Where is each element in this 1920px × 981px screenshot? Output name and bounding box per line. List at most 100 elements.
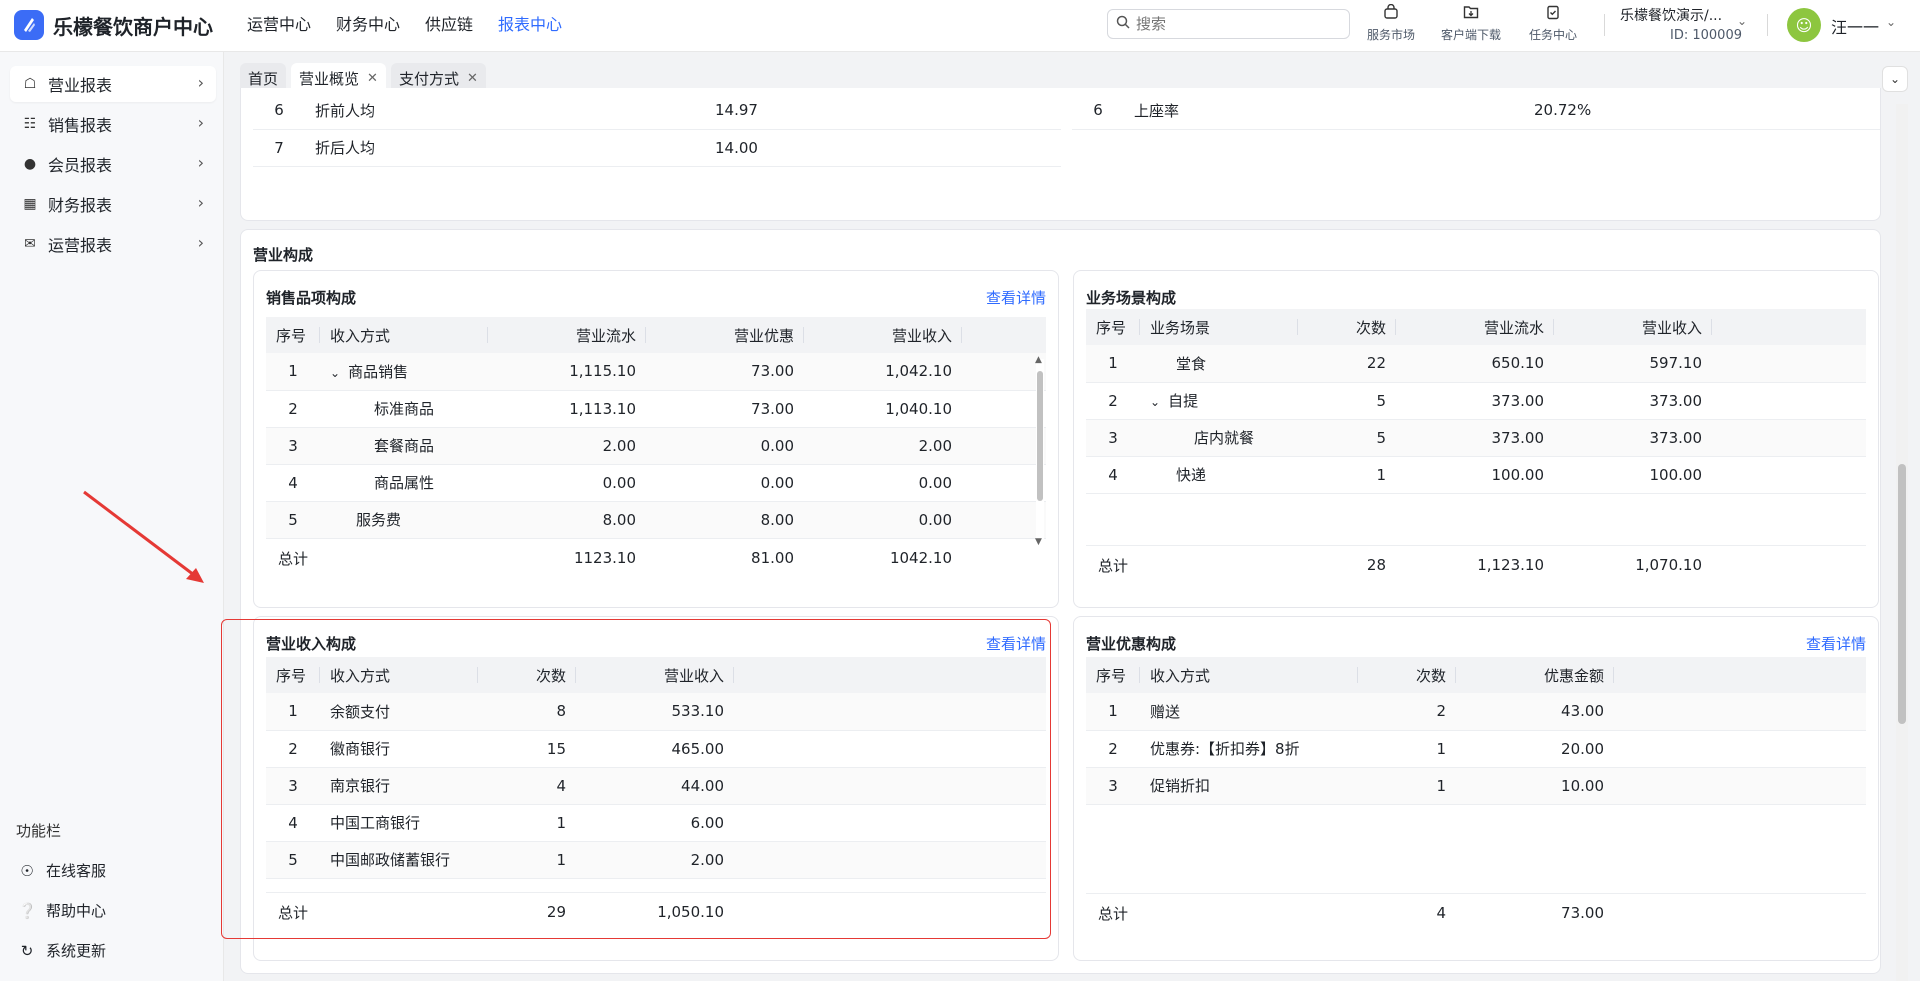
nav-item-operations[interactable]: 运营中心 (247, 0, 311, 52)
store-id: ID: 100009 (1670, 28, 1742, 43)
tabs-dropdown-button[interactable]: ⌄ (1882, 66, 1908, 92)
table-row: 6 折前人均 14.97 (253, 92, 1061, 130)
search-icon (1116, 15, 1130, 33)
user-name[interactable]: 汪一一 (1831, 14, 1879, 38)
bank-icon: ☷ (23, 116, 37, 132)
search-input[interactable] (1136, 15, 1336, 33)
view-details-link[interactable]: 查看详情 (1806, 633, 1866, 654)
sales-items-panel: 销售品项构成 查看详情 序号 收入方式 营业流水 营业优惠 营业收入 1 ⌄ 商品… (253, 270, 1059, 608)
shop-bag-icon (1351, 3, 1431, 26)
table-row: 3 店内就餐 5 373.00 373.00 (1086, 419, 1866, 457)
nav-item-finance[interactable]: 财务中心 (336, 0, 400, 52)
help-icon: ❔ (18, 901, 37, 920)
chevron-right-icon: › (197, 113, 204, 132)
brand-name: 乐檬餐饮商户中心 (53, 15, 213, 39)
business-scene-table: 序号 业务场景 次数 营业流水 营业收入 1 堂食 22 650.10 597.… (1086, 309, 1866, 585)
panel-title: 业务场景构成 (1086, 289, 1177, 307)
table-row: 1 余额支付 8 533.10 (266, 693, 1046, 731)
table-row: 7 折后人均 14.00 (253, 129, 1061, 167)
avatar[interactable]: ☺ (1787, 8, 1821, 42)
chevron-down-icon[interactable]: ⌄ (330, 366, 340, 380)
store-icon: ☖ (23, 76, 37, 92)
sidebar-item-operation-report[interactable]: ✉ 运营报表 › (10, 226, 216, 262)
online-support-item[interactable]: ☉ 在线客服 (18, 860, 106, 881)
table-row: 5 中国邮政储蓄银行 1 2.00 (266, 841, 1046, 879)
income-composition-table: 序号 收入方式 次数 营业收入 1 余额支付 8 533.10 2 徽商银行 1… (266, 657, 1046, 932)
composition-card: 营业构成 销售品项构成 查看详情 序号 收入方式 营业流水 营业优惠 营业收入 … (240, 229, 1881, 974)
view-details-link[interactable]: 查看详情 (986, 287, 1046, 308)
service-market-button[interactable]: 服务市场 (1351, 3, 1431, 43)
table-row: 3 南京银行 4 44.00 (266, 767, 1046, 805)
page-scrollbar[interactable] (1896, 104, 1908, 981)
table-scrollbar[interactable]: ▲ ▼ (1035, 355, 1044, 559)
table-total-row: 总计 29 1,050.10 (266, 891, 1046, 932)
help-center-item[interactable]: ❔ 帮助中心 (18, 900, 106, 921)
table-header: 序号 收入方式 次数 营业收入 (266, 657, 1046, 693)
nav-item-supply-chain[interactable]: 供应链 (425, 0, 473, 52)
sidebar-item-business-report[interactable]: ☖ 营业报表 › (10, 66, 216, 102)
operation-icon: ✉ (24, 236, 36, 252)
chevron-down-icon[interactable]: ⌄ (1150, 395, 1160, 409)
view-details-link[interactable]: 查看详情 (986, 633, 1046, 654)
sidebar-item-sales-report[interactable]: ☷ 销售报表 › (10, 106, 216, 142)
table-row: 5 服务费 8.00 8.00 0.00 (266, 501, 1046, 539)
table-row: 3 促销折扣 1 10.00 (1086, 767, 1866, 805)
clipboard-check-icon (1513, 4, 1593, 26)
user-icon: ● (23, 156, 37, 172)
table-header: 序号 收入方式 营业流水 营业优惠 营业收入 (266, 317, 1046, 353)
table-row: 6 上座率 20.72% (1072, 92, 1880, 130)
business-scene-panel: 业务场景构成 序号 业务场景 次数 营业流水 营业收入 1 堂食 22 650.… (1073, 270, 1879, 608)
folder-download-icon (1431, 4, 1511, 26)
table-total-row: 总计 1123.10 81.00 1042.10 (266, 537, 1046, 578)
search-box[interactable] (1107, 9, 1350, 39)
table-row: 2 徽商银行 15 465.00 (266, 730, 1046, 768)
table-row: 2 标准商品 1,113.10 73.00 1,040.10 (266, 390, 1046, 428)
table-row: 2 优惠券:【折扣券】8折 1 20.00 (1086, 730, 1866, 768)
summary-card: 6 折前人均 14.97 7 折后人均 14.00 6 上座率 20.72% (240, 88, 1881, 221)
table-row: 1 赠送 2 43.00 (1086, 693, 1866, 731)
sidebar-item-finance-report[interactable]: ▦ 财务报表 › (10, 186, 216, 222)
divider (1767, 14, 1768, 36)
table-total-row: 总计 28 1,123.10 1,070.10 (1086, 544, 1866, 585)
summary-table-left: 6 折前人均 14.97 7 折后人均 14.00 (253, 92, 1061, 167)
system-update-item[interactable]: ↻ 系统更新 (18, 940, 106, 961)
chevron-right-icon: › (197, 193, 204, 212)
nav-item-reports[interactable]: 报表中心 (498, 0, 562, 52)
task-center-button[interactable]: 任务中心 (1513, 4, 1593, 43)
panel-title: 营业收入构成 (266, 635, 357, 653)
table-row: 3 套餐商品 2.00 0.00 2.00 (266, 427, 1046, 465)
top-bar: 乐檬餐饮商户中心 运营中心 财务中心 供应链 报表中心 服务市场 客户端下载 任… (0, 0, 1920, 52)
table-row: 4 中国工商银行 1 6.00 (266, 804, 1046, 842)
panel-title: 销售品项构成 (266, 289, 357, 307)
panel-title: 营业优惠构成 (1086, 635, 1177, 653)
table-total-row: 总计 4 73.00 (1086, 892, 1866, 933)
client-download-button[interactable]: 客户端下载 (1431, 4, 1511, 43)
annotation-arrow-icon (83, 490, 204, 583)
table-row: 4 商品属性 0.00 0.00 0.00 (266, 464, 1046, 502)
headset-icon: ☉ (20, 861, 34, 880)
summary-table-right: 6 上座率 20.72% (1072, 92, 1880, 130)
table-row: 1 堂食 22 650.10 597.10 (1086, 345, 1866, 383)
brand-logo-icon[interactable] (14, 10, 44, 40)
refresh-icon: ↻ (20, 941, 34, 960)
table-header: 序号 业务场景 次数 营业流水 营业收入 (1086, 309, 1866, 345)
sales-items-table: 序号 收入方式 营业流水 营业优惠 营业收入 1 ⌄ 商品销售 1,115.10 … (266, 317, 1046, 578)
chevron-down-icon[interactable]: ⌄ (1737, 14, 1747, 28)
table-row: 1 ⌄ 商品销售 1,115.10 73.00 1,042.10 (266, 353, 1046, 391)
table-row: 4 快递 1 100.00 100.00 (1086, 456, 1866, 494)
store-name[interactable]: 乐檬餐饮演示/... (1620, 5, 1722, 25)
table-row: 2 ⌄ 自提 5 373.00 373.00 (1086, 382, 1866, 420)
func-section-title: 功能栏 (16, 822, 62, 840)
chevron-right-icon: › (197, 73, 204, 92)
finance-icon: ▦ (23, 196, 37, 212)
discount-composition-panel: 营业优惠构成 查看详情 序号 收入方式 次数 优惠金额 1 赠送 2 43.00… (1073, 616, 1879, 961)
divider (1604, 14, 1605, 36)
chevron-right-icon: › (197, 233, 204, 252)
income-composition-panel: 营业收入构成 查看详情 序号 收入方式 次数 营业收入 1 余额支付 8 533… (253, 616, 1059, 961)
table-header: 序号 收入方式 次数 优惠金额 (1086, 657, 1866, 693)
discount-composition-table: 序号 收入方式 次数 优惠金额 1 赠送 2 43.00 2 优惠券:【折扣券】… (1086, 657, 1866, 933)
section-title: 营业构成 (253, 246, 314, 264)
top-nav: 运营中心 财务中心 供应链 报表中心 (247, 0, 587, 52)
chevron-down-icon[interactable]: ⌄ (1886, 15, 1896, 29)
sidebar-item-member-report[interactable]: ● 会员报表 › (10, 146, 216, 182)
